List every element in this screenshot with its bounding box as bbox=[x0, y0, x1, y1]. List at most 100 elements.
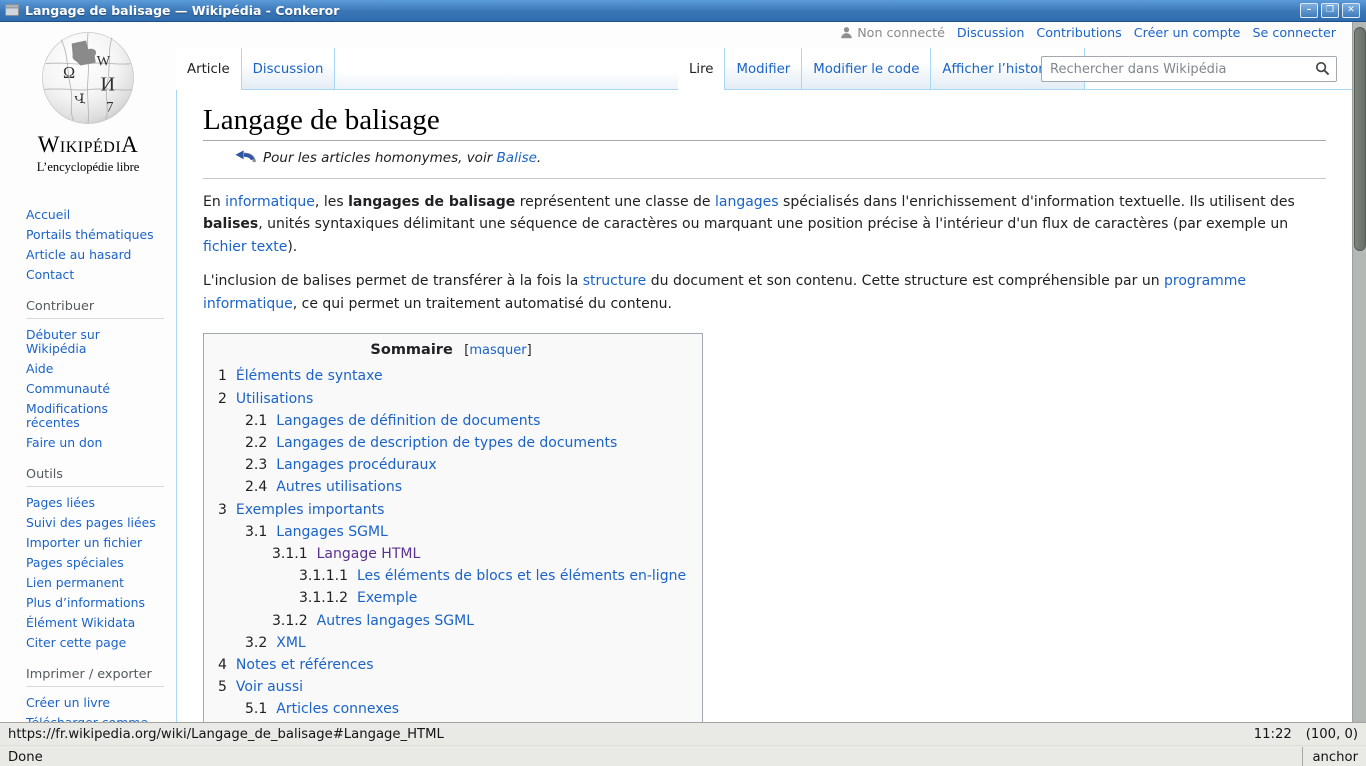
sidebar-link[interactable]: Communauté bbox=[26, 381, 110, 396]
sidebar-link[interactable]: Débuter sur Wikipédia bbox=[26, 327, 100, 356]
personal-link[interactable]: Créer un compte bbox=[1134, 25, 1241, 40]
toc-link[interactable]: Éléments de syntaxe bbox=[236, 368, 383, 384]
tab[interactable]: Article bbox=[176, 48, 242, 90]
tab-label[interactable]: Lire bbox=[689, 62, 713, 77]
sidebar-item[interactable]: Pages spéciales bbox=[26, 556, 164, 570]
sidebar-link[interactable]: Suivi des pages liées bbox=[26, 515, 156, 530]
scrollbar[interactable] bbox=[1352, 22, 1366, 722]
sidebar-item[interactable]: Contact bbox=[26, 268, 164, 282]
toc-link[interactable]: Exemples importants bbox=[236, 502, 385, 518]
toc-link[interactable]: Langages de description de types de docu… bbox=[276, 435, 617, 451]
sidebar-item[interactable]: Élément Wikidata bbox=[26, 616, 164, 630]
sidebar-item[interactable]: Faire un don bbox=[26, 436, 164, 450]
sidebar-link[interactable]: Élément Wikidata bbox=[26, 615, 135, 630]
hatnote-link[interactable]: Balise bbox=[497, 150, 537, 166]
toc-link[interactable]: Langage HTML bbox=[317, 546, 421, 562]
inline-link[interactable]: informatique bbox=[225, 194, 315, 210]
scrollbar-thumb[interactable] bbox=[1354, 27, 1366, 251]
toc-number: 4 bbox=[218, 657, 227, 673]
toc-link[interactable]: Autres utilisations bbox=[276, 479, 402, 495]
sidebar-link[interactable]: Modifications récentes bbox=[26, 401, 108, 430]
tab[interactable]: Lire bbox=[678, 48, 725, 90]
search-icon[interactable] bbox=[1315, 61, 1330, 80]
toc-number: 3.1 bbox=[245, 524, 267, 540]
sidebar-link[interactable]: Pages liées bbox=[26, 495, 95, 510]
toc-link[interactable]: Articles connexes bbox=[276, 701, 399, 717]
sidebar-link[interactable]: Citer cette page bbox=[26, 635, 126, 650]
wikipedia-logo[interactable]: Ω W И Վ 7 WikipédiA L’encyclopédie libre bbox=[0, 26, 176, 175]
toc-link[interactable]: Langages SGML bbox=[276, 524, 388, 540]
logo-wordmark: WikipédiA bbox=[0, 133, 176, 156]
sidebar-link[interactable]: Article au hasard bbox=[26, 247, 131, 262]
tab-label[interactable]: Modifier le code bbox=[813, 62, 919, 77]
modeline-widgets: 11:22 (100, 0) bbox=[1254, 727, 1358, 742]
sidebar-item[interactable]: Créer un livre bbox=[26, 696, 164, 710]
personal-link[interactable]: Se connecter bbox=[1253, 25, 1337, 40]
sidebar-link[interactable]: Plus d’informations bbox=[26, 595, 145, 610]
table-of-contents: Sommaire [masquer] 1Éléments de syntaxe2… bbox=[203, 333, 703, 722]
personal-link[interactable]: Discussion bbox=[957, 25, 1024, 40]
tab[interactable]: Modifier bbox=[725, 48, 802, 90]
svg-text:7: 7 bbox=[106, 100, 113, 116]
sidebar-link[interactable]: Contact bbox=[26, 267, 74, 282]
sidebar-item[interactable]: Débuter sur Wikipédia bbox=[26, 328, 164, 356]
text-run: , les bbox=[315, 194, 348, 210]
sidebar-list: Débuter sur Wikipédia Aide Communauté Modif… bbox=[26, 328, 164, 450]
minibuffer[interactable]: Done anchor bbox=[0, 745, 1366, 766]
sidebar-link[interactable]: Accueil bbox=[26, 207, 70, 222]
sidebar-item[interactable]: Pages liées bbox=[26, 496, 164, 510]
toc-link[interactable]: Exemple bbox=[357, 590, 417, 606]
sidebar-item[interactable]: Suivi des pages liées bbox=[26, 516, 164, 530]
toc-link[interactable]: Utilisations bbox=[236, 391, 313, 407]
modeline: https://fr.wikipedia.org/wiki/Langage_de… bbox=[0, 723, 1366, 745]
restore-button[interactable]: ❐ bbox=[1321, 3, 1339, 18]
page-title: Langage de balisage bbox=[203, 103, 1326, 141]
toc-link[interactable]: Autres langages SGML bbox=[317, 613, 474, 629]
tab-label[interactable]: Modifier bbox=[736, 62, 790, 77]
toc-item: 3.2XML bbox=[245, 632, 686, 654]
toc-number: 2.4 bbox=[245, 479, 267, 495]
toc-hide-link[interactable]: masquer bbox=[469, 343, 526, 358]
sidebar-item[interactable]: Communauté bbox=[26, 382, 164, 396]
sidebar-item[interactable]: Portails thématiques bbox=[26, 228, 164, 242]
personal-link[interactable]: Contributions bbox=[1036, 25, 1121, 40]
sidebar-item[interactable]: Lien permanent bbox=[26, 576, 164, 590]
sidebar-item[interactable]: Plus d’informations bbox=[26, 596, 164, 610]
inline-link[interactable]: structure bbox=[583, 273, 647, 289]
sidebar-item[interactable]: Aide bbox=[26, 362, 164, 376]
toc-item: 3.1.1.1Les éléments de blocs et les élém… bbox=[299, 565, 686, 587]
titlebar[interactable]: Langage de balisage — Wikipédia - Conker… bbox=[0, 0, 1366, 22]
sidebar-item[interactable]: Citer cette page bbox=[26, 636, 164, 650]
toc-link[interactable]: XML bbox=[276, 635, 305, 651]
search-input[interactable] bbox=[1041, 56, 1337, 82]
sidebar-link[interactable]: Aide bbox=[26, 361, 53, 376]
sidebar-item[interactable]: Importer un fichier bbox=[26, 536, 164, 550]
inline-link[interactable]: langages bbox=[715, 194, 779, 210]
toc-item: 2.2Langages de description de types de d… bbox=[245, 432, 686, 454]
sidebar-link[interactable]: Pages spéciales bbox=[26, 555, 124, 570]
minimize-button[interactable]: – bbox=[1300, 3, 1318, 18]
close-button[interactable]: ✕ bbox=[1342, 3, 1360, 18]
sidebar-link[interactable]: Faire un don bbox=[26, 435, 102, 450]
sidebar-link[interactable]: Importer un fichier bbox=[26, 535, 142, 550]
toc-link[interactable]: Les éléments de blocs et les éléments en… bbox=[357, 568, 686, 584]
sidebar-item[interactable]: Modifications récentes bbox=[26, 402, 164, 430]
toc-item: 2.4 Autres utilisations bbox=[245, 476, 686, 498]
sidebar-link[interactable]: Portails thématiques bbox=[26, 227, 154, 242]
toc-number: 3.1.2 bbox=[272, 613, 308, 629]
inline-link[interactable]: fichier texte bbox=[203, 239, 287, 255]
load-status: Done bbox=[8, 750, 43, 765]
sidebar-item[interactable]: Article au hasard bbox=[26, 248, 164, 262]
sidebar-link[interactable]: Créer un livre bbox=[26, 695, 110, 710]
toc-link[interactable]: Langages de définition de documents bbox=[276, 413, 540, 429]
sidebar-link[interactable]: Télécharger comme PDF bbox=[26, 715, 148, 722]
toc-link[interactable]: Notes et références bbox=[236, 657, 374, 673]
toc-link[interactable]: Langages procéduraux bbox=[276, 457, 436, 473]
tab[interactable]: Modifier le code bbox=[802, 48, 931, 90]
tab-label[interactable]: Article bbox=[187, 62, 230, 77]
sidebar-link[interactable]: Lien permanent bbox=[26, 575, 124, 590]
sidebar-item[interactable]: Accueil bbox=[26, 208, 164, 222]
tab[interactable]: Discussion bbox=[242, 48, 336, 90]
tab-label[interactable]: Discussion bbox=[253, 62, 324, 77]
toc-link[interactable]: Voir aussi bbox=[236, 679, 303, 695]
